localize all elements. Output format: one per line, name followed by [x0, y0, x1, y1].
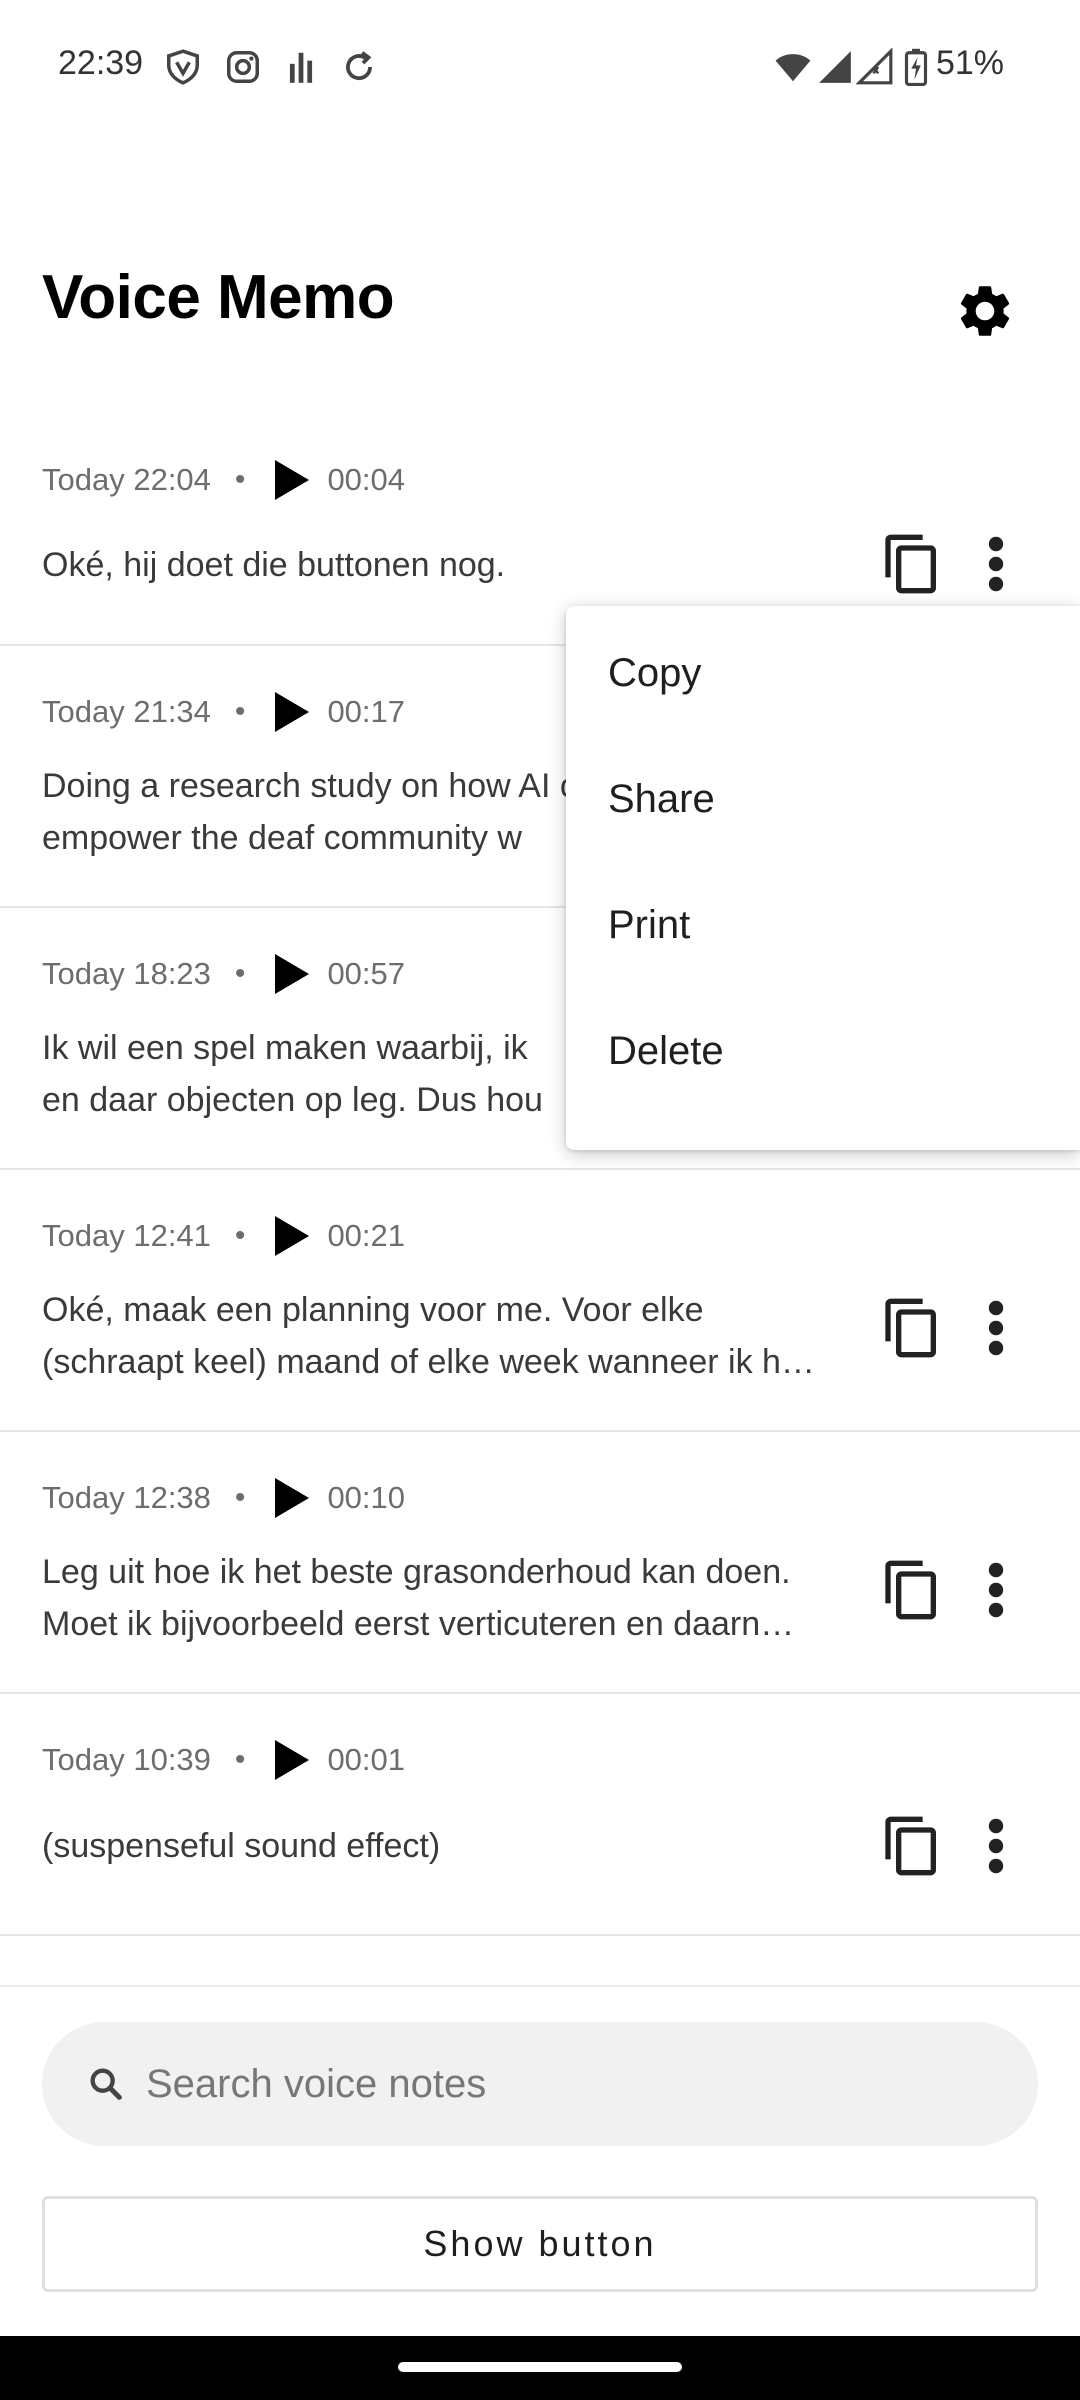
memo-timestamp: Today 18:23: [42, 956, 211, 991]
memo-transcript-line: (schraapt keel) maand of elke week wanne…: [42, 1343, 815, 1381]
play-icon[interactable]: [271, 1738, 311, 1782]
memo-meta: Today 12:41 • 00:21: [42, 1214, 405, 1258]
audio-bars-icon: [289, 52, 313, 83]
memo-meta: Today 12:38 • 00:10: [42, 1476, 405, 1520]
memo-meta: Today 10:39 • 00:01: [42, 1738, 405, 1782]
instagram-icon: [227, 51, 259, 83]
search-input[interactable]: [146, 2022, 1006, 2146]
copy-icon[interactable]: [880, 1558, 944, 1622]
more-vert-icon[interactable]: [976, 1296, 1016, 1360]
memo-meta: Today 18:23 • 00:57: [42, 952, 405, 996]
more-vert-icon[interactable]: [976, 532, 1016, 596]
separator-dot: •: [234, 1481, 246, 1514]
memo-duration: 00:04: [327, 462, 406, 497]
memo-meta: Today 22:04 • 00:04: [42, 458, 405, 502]
separator-dot: •: [234, 1219, 246, 1252]
search-icon: [90, 2068, 122, 2100]
home-gesture-handle[interactable]: [398, 2362, 682, 2372]
memo-transcript-line: (suspenseful sound effect): [42, 1827, 441, 1865]
memo-timestamp: Today 21:34: [42, 694, 211, 729]
more-vert-icon[interactable]: [976, 1814, 1016, 1878]
signal-empty-icon: [856, 48, 893, 85]
memo-transcript[interactable]: Oké, maak een planning voor me. Voor elk…: [42, 1284, 864, 1388]
menu-item-print[interactable]: Print: [566, 862, 1080, 988]
memo-duration: 00:21: [327, 1218, 406, 1253]
memo-timestamp: Today 12:38: [42, 1480, 211, 1515]
navigation-bar: [0, 2336, 1080, 2400]
play-icon[interactable]: [271, 458, 311, 502]
menu-item-share[interactable]: Share: [566, 736, 1080, 862]
memo-transcript-line: Leg uit hoe ik het beste grasonderhoud k…: [42, 1553, 791, 1591]
copy-icon[interactable]: [880, 1814, 944, 1878]
search-bar[interactable]: [42, 2022, 1038, 2146]
list-bottom-divider: [0, 1985, 1080, 1987]
memo-duration: 00:10: [327, 1480, 406, 1515]
app-title: Voice Memo: [42, 263, 395, 332]
memo-transcript[interactable]: (suspenseful sound effect): [42, 1820, 864, 1872]
battery-charging-icon: [904, 48, 928, 86]
memo-transcript-line: Oké, hij doet die buttonen nog.: [42, 546, 506, 584]
status-bar: 22:39 51%: [0, 0, 1080, 132]
play-icon[interactable]: [271, 1214, 311, 1258]
vpn-shield-icon: [167, 49, 199, 85]
sync-icon: [346, 51, 372, 80]
memo-transcript[interactable]: Leg uit hoe ik het beste grasonderhoud k…: [42, 1546, 864, 1650]
menu-item-delete[interactable]: Delete: [566, 988, 1080, 1114]
memo-transcript[interactable]: Oké, hij doet die buttonen nog.: [42, 539, 864, 591]
context-menu: Copy Share Print Delete: [566, 606, 1080, 1150]
separator-dot: •: [234, 1743, 246, 1776]
play-icon[interactable]: [271, 1476, 311, 1520]
memo-item[interactable]: Today 12:38 • 00:10 Leg uit hoe ik het b…: [0, 1432, 1080, 1694]
memo-transcript-line: Moet ik bijvoorbeeld eerst verticuteren …: [42, 1605, 795, 1643]
status-time: 22:39: [58, 44, 144, 82]
memo-duration: 00:01: [327, 1742, 406, 1777]
separator-dot: •: [234, 695, 246, 728]
memo-transcript-line: Oké, maak een planning voor me. Voor elk…: [42, 1291, 704, 1329]
more-vert-icon[interactable]: [976, 1558, 1016, 1622]
signal-icon: [819, 51, 851, 83]
copy-icon[interactable]: [880, 532, 944, 596]
battery-percentage: 51%: [935, 44, 1004, 82]
memo-item[interactable]: Today 12:41 • 00:21 Oké, maak een planni…: [0, 1170, 1080, 1432]
play-icon[interactable]: [271, 952, 311, 996]
wifi-icon: [775, 54, 811, 82]
copy-icon[interactable]: [880, 1296, 944, 1360]
memo-timestamp: Today 12:41: [42, 1218, 211, 1253]
show-button[interactable]: Show button: [42, 2196, 1038, 2292]
menu-item-copy[interactable]: Copy: [566, 610, 1080, 736]
memo-meta: Today 21:34 • 00:17: [42, 690, 405, 734]
separator-dot: •: [234, 957, 246, 990]
memo-timestamp: Today 10:39: [42, 1742, 211, 1777]
separator-dot: •: [234, 463, 246, 496]
memo-duration: 00:57: [327, 956, 406, 991]
memo-duration: 00:17: [327, 694, 406, 729]
gear-icon[interactable]: [954, 280, 1016, 342]
memo-timestamp: Today 22:04: [42, 462, 211, 497]
memo-item[interactable]: Today 10:39 • 00:01 (suspenseful sound e…: [0, 1694, 1080, 1936]
play-icon[interactable]: [271, 690, 311, 734]
